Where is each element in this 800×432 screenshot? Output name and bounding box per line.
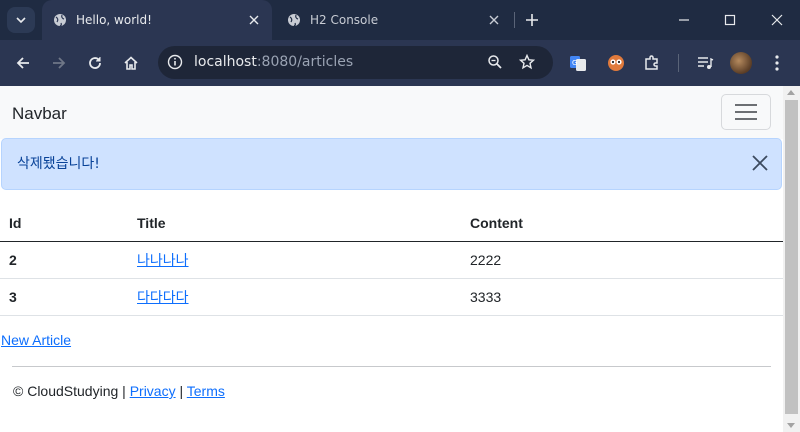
article-title-link[interactable]: 다다다다 bbox=[137, 289, 189, 305]
tab-hello-world[interactable]: Hello, world! bbox=[42, 0, 272, 40]
close-alert-icon[interactable] bbox=[751, 154, 769, 172]
footer-divider bbox=[12, 366, 771, 367]
minimize-icon bbox=[679, 19, 689, 21]
table-header-row: Id Title Content bbox=[0, 206, 783, 242]
svg-text:G: G bbox=[572, 59, 577, 67]
header-content: Content bbox=[461, 206, 783, 242]
tab-separator bbox=[514, 12, 515, 28]
hamburger-menu-icon bbox=[735, 104, 757, 120]
alert-message: 삭제됐습니다! bbox=[17, 156, 100, 172]
chevron-down-icon bbox=[16, 17, 26, 24]
tab-title: Hello, world! bbox=[76, 13, 152, 27]
site-info-icon[interactable] bbox=[166, 53, 184, 71]
terms-link[interactable]: Terms bbox=[187, 383, 225, 399]
more-menu-icon[interactable] bbox=[766, 52, 788, 74]
table-row: 2 나나나나 2222 bbox=[0, 241, 783, 279]
new-tab-button[interactable] bbox=[520, 8, 544, 32]
row-id: 3 bbox=[0, 278, 128, 316]
globe-icon bbox=[52, 12, 68, 28]
row-content: 3333 bbox=[461, 278, 783, 316]
row-title-cell: 나나나나 bbox=[128, 241, 461, 279]
arrow-right-icon bbox=[53, 57, 66, 69]
scroll-down-arrow-icon[interactable] bbox=[787, 423, 795, 428]
globe-icon bbox=[286, 12, 302, 28]
article-title-link[interactable]: 나나나나 bbox=[137, 252, 189, 268]
tab-h2-console[interactable]: H2 Console bbox=[276, 0, 512, 40]
zoom-icon[interactable] bbox=[486, 53, 504, 71]
tab-search-button[interactable] bbox=[7, 7, 35, 33]
navbar: Navbar bbox=[0, 86, 783, 139]
owl-extension-icon[interactable] bbox=[605, 52, 627, 74]
bookmark-star-icon[interactable] bbox=[518, 53, 536, 71]
media-queue-icon[interactable] bbox=[694, 52, 716, 74]
arrow-left-icon bbox=[16, 57, 29, 69]
toolbar-divider bbox=[678, 54, 679, 72]
row-content: 2222 bbox=[461, 241, 783, 279]
header-title: Title bbox=[128, 206, 461, 242]
close-window-button[interactable] bbox=[754, 0, 800, 40]
footer-separator: | bbox=[179, 383, 184, 399]
footer-copyright: © CloudStudying | bbox=[13, 383, 126, 399]
header-id: Id bbox=[0, 206, 128, 242]
minimize-button[interactable] bbox=[661, 0, 707, 40]
privacy-link[interactable]: Privacy bbox=[130, 383, 176, 399]
close-icon bbox=[771, 14, 783, 26]
forward-button[interactable] bbox=[46, 50, 72, 76]
scroll-up-arrow-icon[interactable] bbox=[787, 90, 795, 95]
close-tab-icon[interactable] bbox=[244, 10, 264, 30]
maximize-button[interactable] bbox=[707, 0, 753, 40]
navbar-brand[interactable]: Navbar bbox=[12, 86, 67, 141]
profile-avatar[interactable] bbox=[730, 52, 752, 74]
row-title-cell: 다다다다 bbox=[128, 278, 461, 316]
scrollbar-thumb[interactable] bbox=[785, 100, 798, 414]
address-bar[interactable]: localhost:8080/articles bbox=[158, 46, 553, 79]
vertical-scrollbar[interactable] bbox=[783, 86, 800, 432]
back-button[interactable] bbox=[10, 50, 36, 76]
close-tab-icon[interactable] bbox=[484, 10, 504, 30]
row-id: 2 bbox=[0, 241, 128, 279]
alert-info: 삭제됐습니다! bbox=[1, 138, 782, 190]
url-text: localhost:8080/articles bbox=[194, 54, 354, 70]
plus-icon bbox=[526, 14, 538, 26]
reload-button[interactable] bbox=[82, 50, 108, 76]
new-article-link[interactable]: New Article bbox=[1, 332, 71, 348]
navbar-toggler-button[interactable] bbox=[721, 94, 771, 130]
browser-tabstrip: Hello, world! H2 Console bbox=[0, 0, 800, 40]
home-button[interactable] bbox=[118, 50, 144, 76]
maximize-icon bbox=[724, 14, 736, 26]
tab-title: H2 Console bbox=[310, 13, 379, 27]
extensions-puzzle-icon[interactable] bbox=[641, 52, 663, 74]
footer: © CloudStudying | Privacy | Terms bbox=[13, 383, 225, 399]
reload-icon bbox=[89, 57, 101, 69]
page-viewport: Navbar 삭제됐습니다! Id Title Content 2 나나나나 2… bbox=[0, 86, 783, 432]
table-row: 3 다다다다 3333 bbox=[0, 278, 783, 316]
translate-extension-icon[interactable]: G bbox=[567, 52, 589, 74]
articles-table: Id Title Content 2 나나나나 2222 3 다다다다 3333 bbox=[0, 206, 783, 316]
home-icon bbox=[124, 56, 138, 70]
